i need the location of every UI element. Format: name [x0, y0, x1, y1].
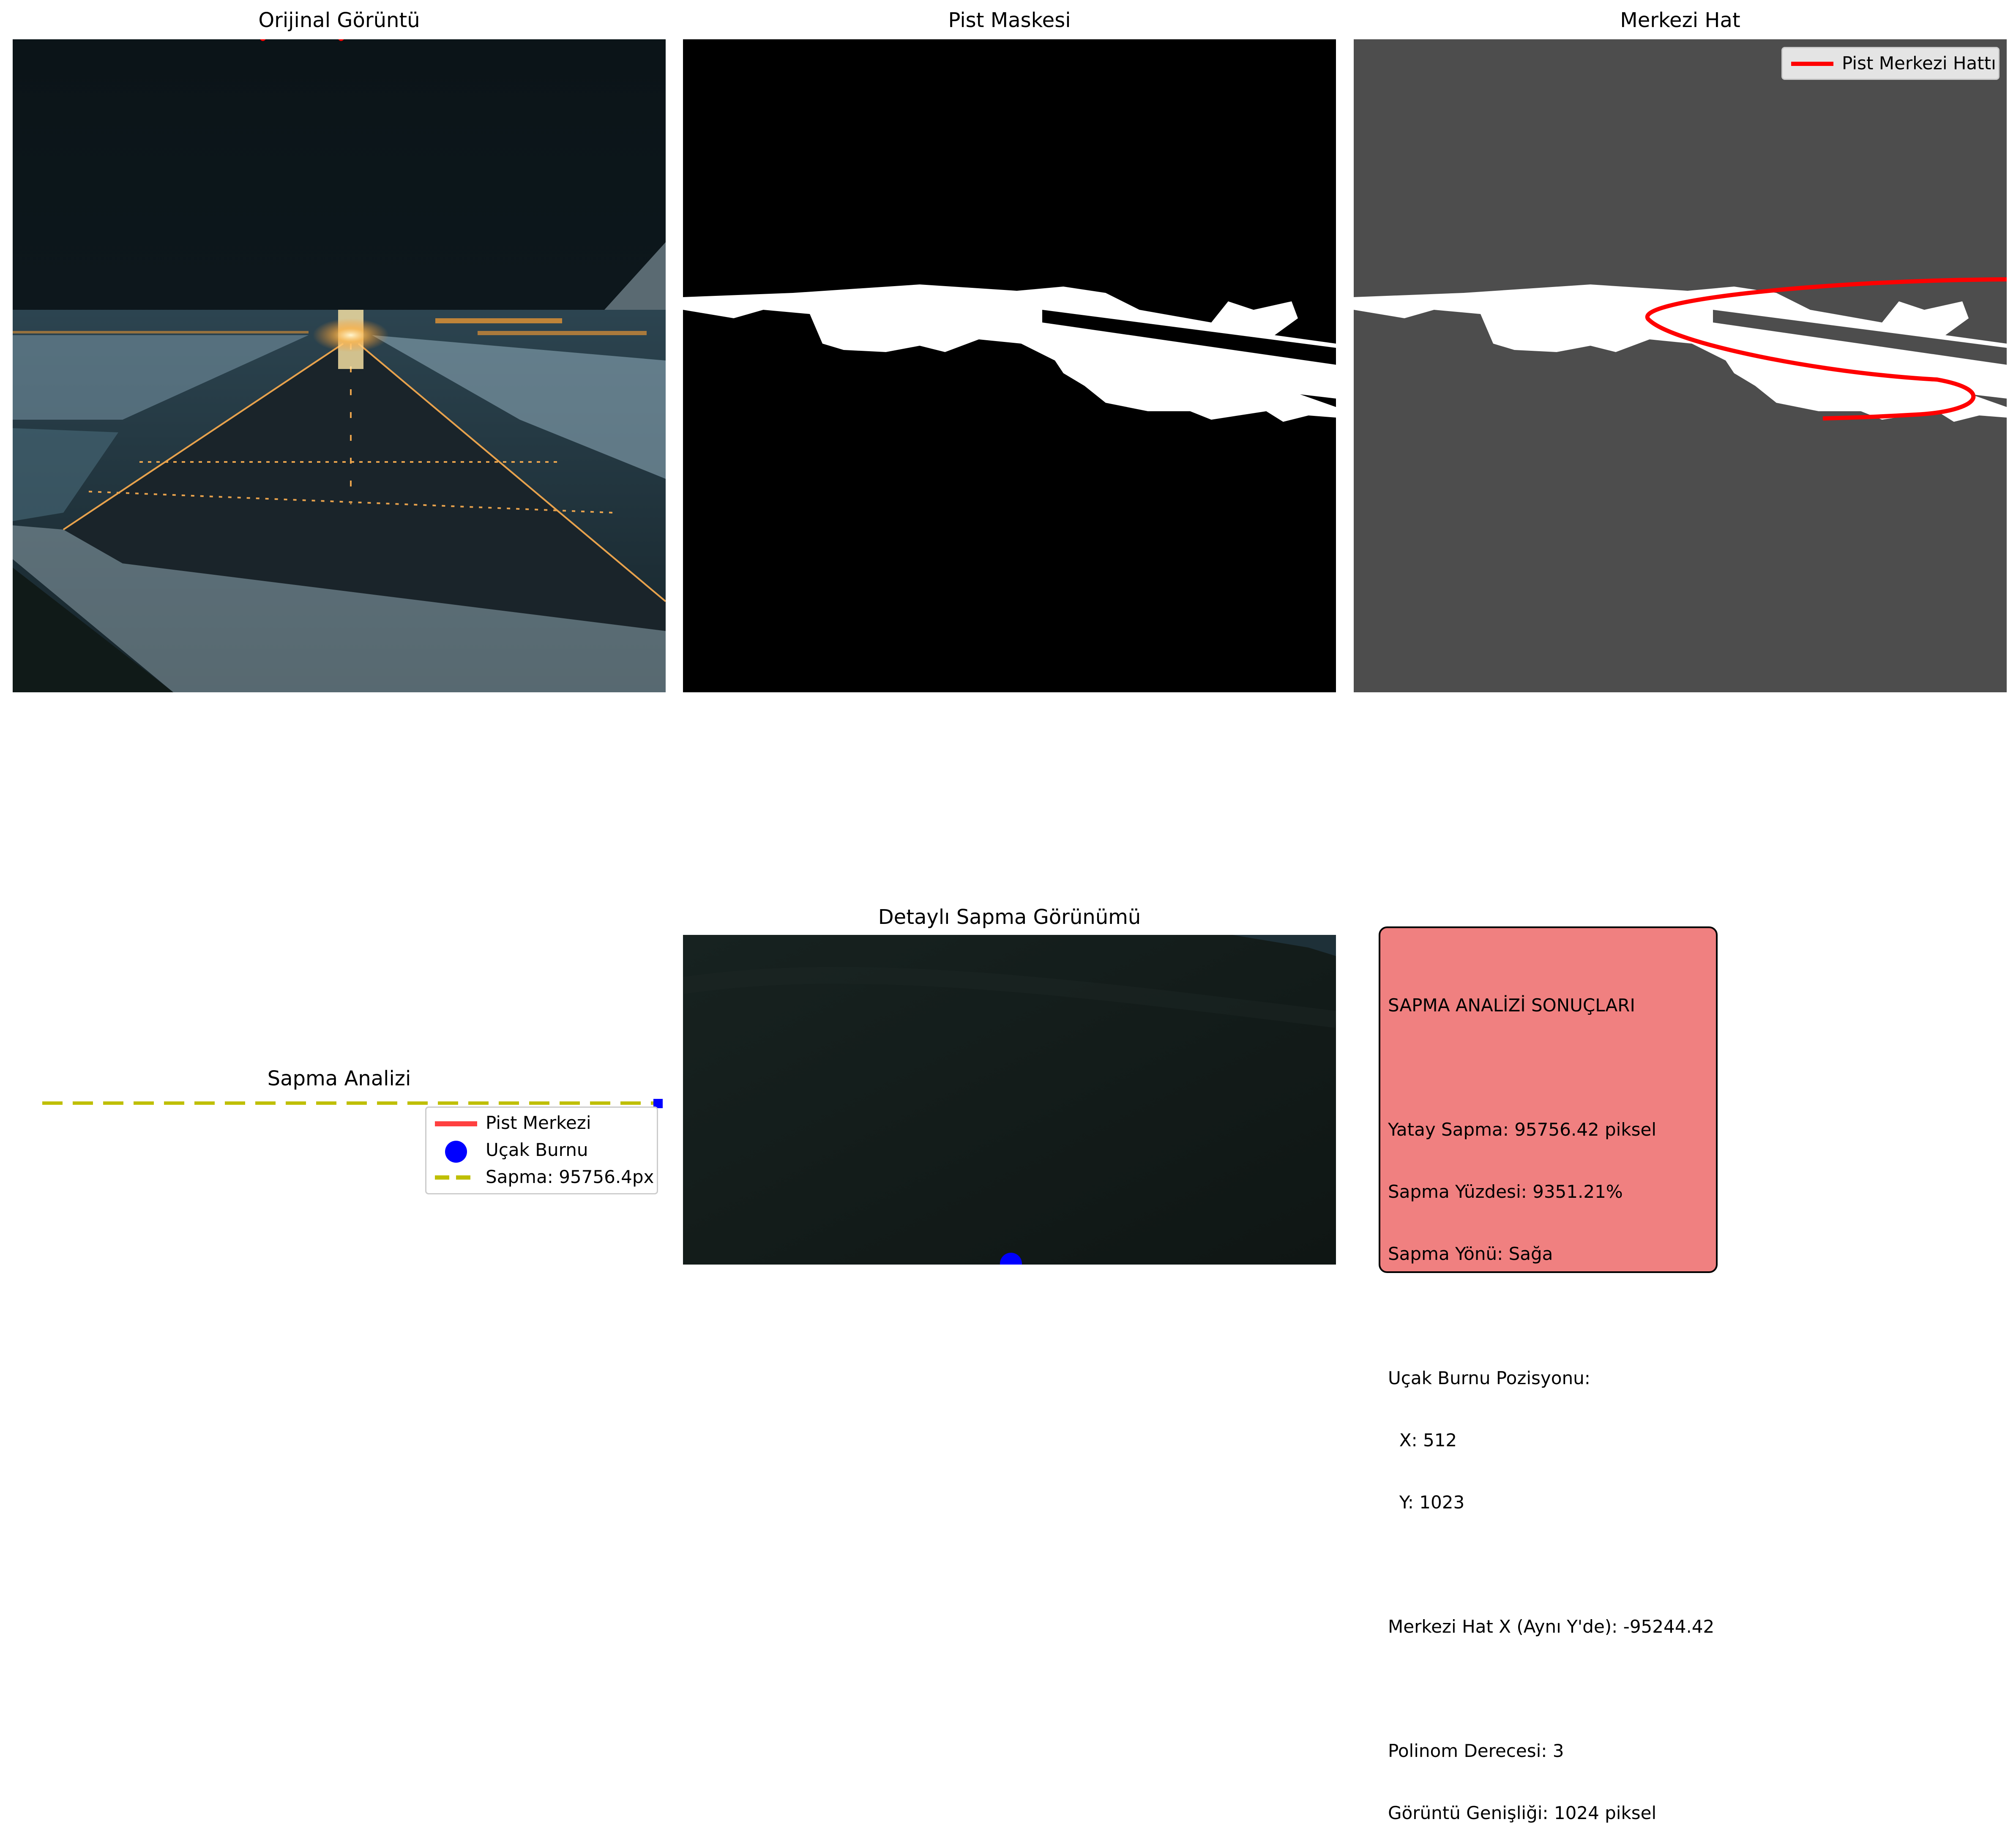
legend-label: Pist Merkezi Hattı — [1842, 53, 1996, 74]
original-image-panel — [13, 39, 666, 692]
mask-panel-title: Pist Maskesi — [948, 8, 1071, 32]
info-line-deviation-direction: Sapma Yönü: Sağa — [1388, 1243, 1553, 1264]
info-line-horizontal-deviation: Yatay Sapma: 95756.42 piksel — [1388, 1119, 1657, 1140]
info-line-heading: SAPMA ANALİZİ SONUÇLARI — [1388, 995, 1635, 1016]
deviation-results-box: SAPMA ANALİZİ SONUÇLARI Yatay Sapma: 957… — [1379, 926, 1718, 1823]
legend-ucak-burnu-label: Uçak Burnu — [486, 1139, 588, 1160]
centerline-panel: Pist Merkezi Hattı — [1354, 39, 2007, 692]
legend-sapma-label: Sapma: 95756.4px — [486, 1167, 654, 1187]
info-line-nose-position: Uçak Burnu Pozisyonu: — [1388, 1368, 1590, 1388]
legend-sapma-swatch — [435, 1175, 477, 1180]
info-line-blank — [1388, 1678, 1716, 1699]
info-line-nose-y: Y: 1023 — [1388, 1492, 1465, 1513]
info-line-nose-x: X: 512 — [1388, 1430, 1457, 1451]
runway-mask-shape — [683, 284, 1336, 422]
info-line-image-width: Görüntü Genişliği: 1024 piksel — [1388, 1803, 1657, 1823]
info-line-blank — [1388, 1306, 1716, 1326]
centerline-panel-title: Merkezi Hat — [1620, 8, 1740, 32]
detail-crop-image — [683, 935, 1336, 1265]
info-line-blank — [1388, 1554, 1716, 1575]
info-line-blank — [1388, 1057, 1716, 1078]
info-line-centerline-x: Merkezi Hat X (Aynı Y'de): -95244.42 — [1388, 1616, 1715, 1637]
deviation-legend: Pist Merkezi Uçak Burnu Sapma: 95756.4px — [425, 1106, 658, 1194]
legend-pist-merkezi-swatch — [435, 1121, 477, 1126]
info-line-polynomial-degree: Polinom Derecesi: 3 — [1388, 1740, 1564, 1761]
detail-panel-title: Detaylı Sapma Görünümü — [878, 905, 1141, 929]
info-line-deviation-percent: Sapma Yüzdesi: 9351.21% — [1388, 1181, 1623, 1202]
mask-panel — [683, 39, 1336, 692]
centerline-legend: Pist Merkezi Hattı — [1781, 47, 2000, 80]
original-panel-title: Orijinal Görüntü — [258, 8, 420, 32]
detail-panel — [683, 935, 1336, 1265]
legend-line-swatch — [1791, 62, 1833, 66]
legend-ucak-burnu-swatch — [445, 1141, 467, 1163]
centerline-plot — [1354, 277, 2007, 422]
legend-pist-merkezi-label: Pist Merkezi — [486, 1112, 591, 1133]
runway-photo — [13, 39, 666, 692]
